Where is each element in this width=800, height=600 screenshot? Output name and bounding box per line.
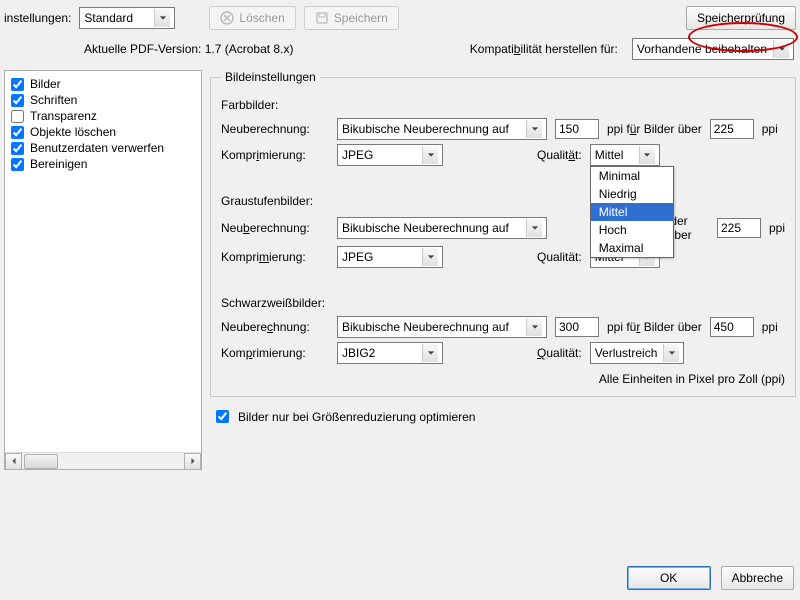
save-icon [315, 11, 329, 25]
sidebar-item[interactable]: Schriften [11, 93, 195, 107]
optimize-downscale-label: Bilder nur bei Größenreduzierung optimie… [238, 410, 475, 424]
mono-compress-combo[interactable]: JBIG2 [337, 342, 443, 364]
mono-images-heading: Schwarzweißbilder: [221, 296, 785, 310]
dropdown-option[interactable]: Niedrig [591, 185, 673, 203]
color-compress-label: Komprimierung: [221, 148, 329, 162]
image-settings-group: Bildeinstellungen Farbbilder: Neuberechn… [210, 70, 796, 397]
mono-recalc-label: Neuberechnung: [221, 320, 329, 334]
sidebar-item[interactable]: Objekte löschen [11, 125, 195, 139]
mono-quality-combo[interactable]: Verlustreich [590, 342, 685, 364]
chevron-down-icon [422, 248, 438, 266]
sidebar-item-label: Bereinigen [30, 157, 87, 171]
sidebar-item-label: Bilder [30, 77, 61, 91]
sidebar-checkbox[interactable] [11, 126, 24, 139]
dropdown-option[interactable]: Mittel [591, 203, 673, 221]
gray-over-ppi-input[interactable] [717, 218, 761, 238]
scroll-thumb[interactable] [24, 454, 58, 469]
sidebar-item[interactable]: Bilder [11, 77, 195, 91]
optimize-downscale-checkbox[interactable] [216, 410, 229, 423]
cancel-button[interactable]: Abbreche [721, 566, 794, 590]
color-recalc-ppi-input[interactable] [555, 119, 599, 139]
category-sidebar: Bilder Schriften Transparenz Objekte lösche… [4, 70, 202, 470]
chevron-down-icon [773, 40, 789, 58]
sidebar-checkbox[interactable] [11, 142, 24, 155]
quality-dropdown-list[interactable]: MinimalNiedrigMittelHochMaximal [590, 166, 674, 258]
dropdown-option[interactable]: Maximal [591, 239, 673, 257]
sidebar-item-label: Objekte löschen [30, 125, 116, 139]
gray-compress-combo[interactable]: JPEG [337, 246, 443, 268]
scroll-left-icon[interactable] [5, 453, 22, 470]
chevron-down-icon [663, 344, 679, 362]
top-toolbar: instellungen: Standard Löschen Speichern… [0, 0, 800, 36]
delete-icon [220, 11, 234, 25]
color-recalc-label: Neuberechnung: [221, 122, 329, 136]
mono-compress-label: Komprimierung: [221, 346, 329, 360]
pdf-version-label: Aktuelle PDF-Version: 1.7 (Acrobat 8.x) [84, 42, 293, 56]
color-compress-combo[interactable]: JPEG [337, 144, 443, 166]
sidebar-checkbox[interactable] [11, 94, 24, 107]
mono-recalc-combo[interactable]: Bikubische Neuberechnung auf [337, 316, 547, 338]
gray-over-label: lder über [668, 214, 709, 242]
gray-recalc-combo[interactable]: Bikubische Neuberechnung auf [337, 217, 547, 239]
sidebar-item[interactable]: Bereinigen [11, 157, 195, 171]
mono-over-ppi-input[interactable] [710, 317, 754, 337]
sidebar-checkbox[interactable] [11, 110, 24, 123]
sidebar-item[interactable]: Benutzerdaten verwerfen [11, 141, 195, 155]
dialog-footer: OK Abbreche [627, 566, 794, 590]
gray-compress-label: Komprimierung: [221, 250, 329, 264]
color-quality-combo[interactable]: Mittel [590, 144, 660, 166]
chevron-down-icon [526, 120, 542, 138]
ok-button[interactable]: OK [627, 566, 711, 590]
sidebar-item-label: Benutzerdaten verwerfen [30, 141, 164, 155]
gray-quality-label: Qualität: [537, 250, 582, 264]
gray-images-heading: Graustufenbilder: [221, 194, 785, 208]
gray-recalc-label: Neuberechnung: [221, 221, 329, 235]
settings-label: instellungen: [4, 11, 71, 25]
dropdown-option[interactable]: Hoch [591, 221, 673, 239]
compat-combo[interactable]: Vorhandene beibehalten [632, 38, 794, 60]
chevron-down-icon [639, 146, 655, 164]
mono-quality-label: Qualität: [537, 346, 582, 360]
sidebar-item[interactable]: Transparenz [11, 109, 195, 123]
chevron-down-icon [526, 219, 542, 237]
chevron-down-icon [154, 9, 170, 27]
color-quality-label: Qualität: [537, 148, 582, 162]
scroll-right-icon[interactable] [184, 453, 201, 470]
mono-recalc-ppi-input[interactable] [555, 317, 599, 337]
subheader: Aktuelle PDF-Version: 1.7 (Acrobat 8.x) … [0, 36, 800, 70]
color-images-heading: Farbbilder: [221, 98, 785, 112]
chevron-down-icon [422, 146, 438, 164]
chevron-down-icon [422, 344, 438, 362]
sidebar-item-label: Transparenz [30, 109, 97, 123]
color-over-label: ppi für Bilder über [607, 122, 702, 136]
sidebar-checkbox[interactable] [11, 158, 24, 171]
settings-combo[interactable]: Standard [79, 7, 175, 29]
image-settings-title: Bildeinstellungen [221, 70, 320, 84]
compat-label: Kompatibilität herstellen für: [470, 42, 618, 56]
sidebar-item-label: Schriften [30, 93, 77, 107]
delete-button: Löschen [209, 6, 295, 30]
color-over-ppi-input[interactable] [710, 119, 754, 139]
horizontal-scrollbar[interactable] [5, 452, 201, 469]
save-button: Speichern [304, 6, 399, 30]
mono-over-label: ppi für Bilder über [607, 320, 702, 334]
dropdown-option[interactable]: Minimal [591, 167, 673, 185]
color-recalc-combo[interactable]: Bikubische Neuberechnung auf [337, 118, 547, 140]
units-note: Alle Einheiten in Pixel pro Zoll (ppi) [221, 372, 785, 386]
chevron-down-icon [526, 318, 542, 336]
sidebar-checkbox[interactable] [11, 78, 24, 91]
storage-check-button[interactable]: Speicherprüfung [686, 6, 796, 30]
